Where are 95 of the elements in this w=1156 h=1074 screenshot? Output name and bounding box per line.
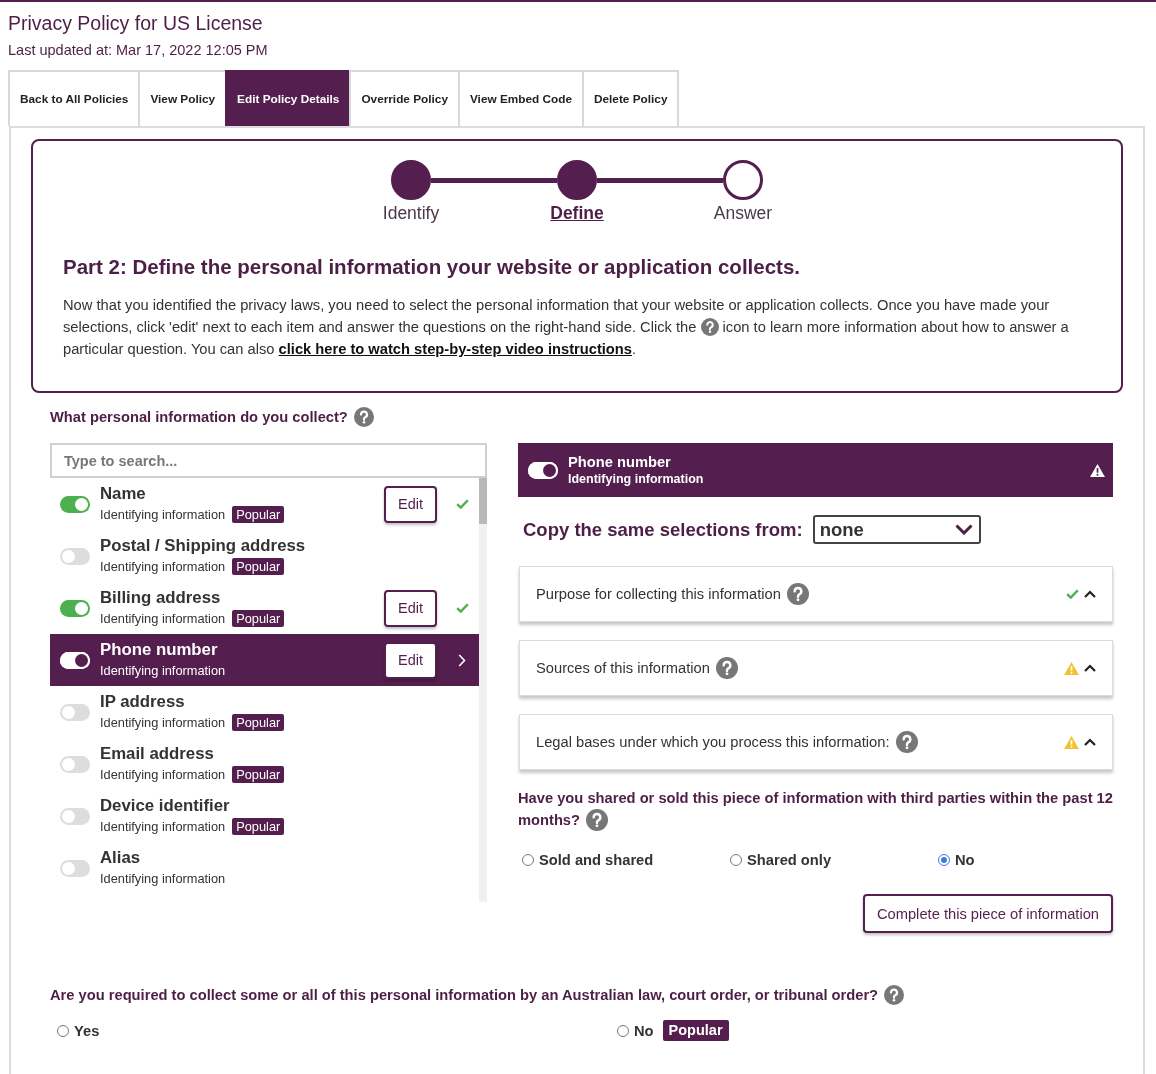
accordion-header[interactable]: Purpose for collecting this information [519,566,1113,622]
item-name: Postal / Shipping address [100,535,306,556]
help-icon[interactable] [586,809,609,832]
option-label: Yes [74,1021,100,1041]
help-icon[interactable] [786,583,809,605]
radio-button[interactable] [57,1024,69,1037]
help-icon[interactable] [700,318,719,337]
edit-button[interactable]: Edit [384,589,437,627]
accordion-header[interactable]: Sources of this information [519,640,1113,696]
question-label: Are you required to collect some or all of this personal information by an Australian law, court order, or tribunal order? [50,986,879,1006]
search-field[interactable]: Type to search... [50,443,487,478]
copy-from-select[interactable]: none [812,515,981,544]
help-icon[interactable] [715,657,738,679]
help-icon[interactable] [895,731,918,753]
info-list-item[interactable]: Phone number Identifying information Edit [50,634,479,686]
tab[interactable]: Override Policy [349,70,458,126]
step-label[interactable]: Define [550,203,604,223]
option-label: No [634,1021,654,1041]
item-badge: Popular [232,714,285,731]
item-name: Email address [100,743,214,764]
section-title: Sources of this information [536,659,710,678]
step-label[interactable]: Identify [382,203,440,223]
caret-up-icon [1084,738,1096,746]
item-name: Alias [100,847,141,868]
complete-button[interactable]: Complete this piece of information [862,894,1113,934]
radio-button[interactable] [730,854,742,867]
info-list-item[interactable]: Email address Identifying information Popular [50,738,479,790]
tab[interactable]: Back to All Policies [8,70,139,126]
chevron-down-icon [954,524,973,535]
option-badge: Popular [662,1020,729,1042]
toggle-switch[interactable] [60,599,90,617]
item-name: Billing address [100,587,221,608]
item-category: Identifying information [100,869,226,888]
item-badge: Popular [232,610,285,627]
section-title: Legal bases under which you process this information: [536,733,890,752]
edit-button[interactable]: Edit [384,641,437,679]
item-category: Identifying information [100,505,226,524]
help-icon[interactable] [353,407,374,427]
radio-button[interactable] [522,854,534,867]
item-category: Identifying information [100,609,226,628]
item-category: Identifying information [100,817,226,836]
item-category: Identifying information [100,661,226,680]
tab[interactable]: Delete Policy [582,70,680,126]
info-list-item[interactable]: Billing address Identifying information Popular Edit [50,582,479,634]
toggle-switch[interactable] [60,859,90,877]
step-label[interactable]: Answer [713,203,773,223]
info-list-item[interactable]: Device identifier Identifying information Popular [50,790,479,842]
item-category: Identifying information [100,557,226,576]
tab[interactable]: Edit Policy Details [225,70,350,126]
section-heading: Part 2: Define the personal information your website or application collects. [63,254,801,280]
toggle-switch[interactable] [60,703,90,721]
copy-selections-label: Copy the same selections from: [523,517,803,542]
option-label: No [955,851,975,871]
info-list-item[interactable]: Postal / Shipping address Identifying information Popular [50,530,479,582]
edit-button[interactable]: Edit [384,485,437,523]
last-updated-text: Last updated at: Mar 17, 2022 12:05 PM [8,41,268,59]
item-category: Identifying information [100,713,226,732]
chevron-right-icon [458,653,466,667]
item-name: Phone number [100,639,218,660]
toggle-switch[interactable] [60,651,90,669]
page-title: Privacy Policy for US License [8,11,263,35]
info-list-item[interactable]: IP address Identifying information Popular [50,686,479,738]
item-badge: Popular [232,766,285,783]
item-badge: Popular [232,506,285,523]
detail-title: Phone number [568,453,671,471]
option-label: Sold and shared [539,851,654,871]
caret-up-icon [1084,590,1096,598]
toggle-switch[interactable] [60,547,90,565]
detail-category: Identifying information [568,471,704,487]
radio-button[interactable] [938,854,950,867]
tab[interactable]: View Embed Code [457,70,582,126]
caret-up-icon [1084,664,1096,672]
item-badge: Popular [232,818,285,835]
item-category: Identifying information [100,765,226,784]
toggle-switch[interactable] [60,755,90,773]
accordion-header[interactable]: Legal bases under which you process this information: [519,714,1113,770]
item-name: Name [100,483,146,504]
toggle-switch[interactable] [528,461,558,479]
item-name: Device identifier [100,795,230,816]
option-label: Shared only [747,851,832,871]
item-name: IP address [100,691,185,712]
radio-button[interactable] [617,1024,629,1037]
help-icon[interactable] [884,985,905,1006]
section-title: Purpose for collecting this information [536,585,781,604]
tab[interactable]: View Policy [138,70,226,126]
question-text: Have you shared or sold this piece of information with third parties within the past 12 months? [518,787,1113,833]
toggle-switch[interactable] [60,807,90,825]
info-list-item[interactable]: Name Identifying information Popular Edit [50,478,479,530]
intro-paragraph: Now that you identified the privacy laws, you need to select the personal information that your website or application collects. Once you have made your selections, click 'edit' next to each item and answer the questions on the right-hand side. Click the icon to learn more information about how to answer a particular question. You can also click here to watch step-by-step video instructions. [63,296,1070,359]
info-list-item[interactable]: Alias Identifying information [50,842,479,894]
toggle-switch[interactable] [60,495,90,513]
question-label: What personal information do you collect? [50,408,348,427]
video-instructions-link[interactable]: click here to watch step-by-step video instructions [278,341,632,357]
scrollbar-thumb[interactable] [479,478,487,524]
item-badge: Popular [232,558,285,575]
